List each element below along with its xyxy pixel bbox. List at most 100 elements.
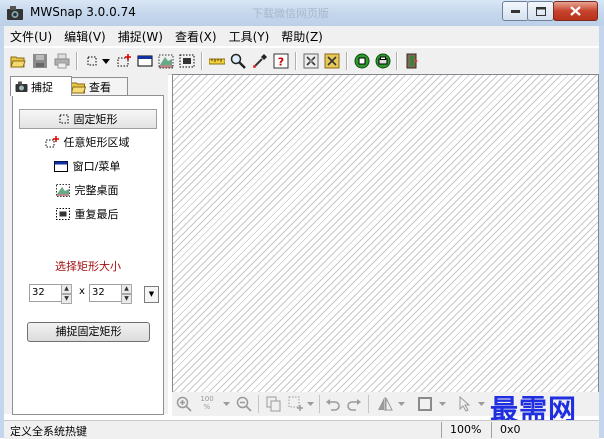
print-record-icon[interactable] xyxy=(375,53,391,69)
width-input[interactable]: 32 xyxy=(29,284,63,302)
size-separator: x xyxy=(79,286,85,297)
tab-capture-label: 捕捉 xyxy=(31,80,53,94)
toolbar-separator xyxy=(368,395,369,413)
chevron-down-icon[interactable] xyxy=(306,396,315,412)
toolbar-separator xyxy=(258,395,259,413)
toolbar-separator xyxy=(295,52,297,70)
fixed-rect-icon xyxy=(59,114,68,124)
chevron-down-icon[interactable] xyxy=(101,53,111,69)
status-size: 0x0 xyxy=(500,423,521,436)
spin-up-icon[interactable]: ▲ xyxy=(61,284,72,294)
chevron-down-icon[interactable] xyxy=(397,396,406,412)
capture-fixed-rect-button[interactable]: 捕捉固定矩形 xyxy=(27,322,150,342)
hotkeys-icon[interactable] xyxy=(324,53,340,69)
folder-open-icon xyxy=(71,82,86,93)
zoom-level-button[interactable]: 100 % xyxy=(196,395,218,411)
magnifier-icon[interactable] xyxy=(230,53,246,69)
image-canvas[interactable] xyxy=(172,74,599,393)
app-camera-icon xyxy=(7,6,23,20)
option-repeat-last[interactable]: 重复最后 xyxy=(19,205,155,223)
spin-up-icon[interactable]: ▲ xyxy=(121,284,132,294)
record-icon[interactable] xyxy=(354,53,370,69)
status-divider xyxy=(441,422,442,438)
option-window-menu[interactable]: 窗口/菜单 xyxy=(19,157,155,175)
option-repeat-last-label: 重复最后 xyxy=(74,208,119,221)
option-fixed-rect[interactable]: 固定矩形 xyxy=(19,109,157,129)
close-icon xyxy=(570,6,581,16)
option-any-rect[interactable]: 任意矩形区域 xyxy=(19,133,155,151)
repeat-icon xyxy=(55,208,70,220)
open-icon[interactable] xyxy=(10,53,26,69)
minimize-icon xyxy=(511,10,520,13)
minimize-button[interactable] xyxy=(502,1,529,21)
svg-text:?: ? xyxy=(278,56,284,69)
fixed-rect-icon[interactable] xyxy=(84,53,100,69)
chevron-down-icon[interactable] xyxy=(222,396,231,412)
background-window-title: 下载微信网页版 xyxy=(252,7,329,20)
any-rect-icon[interactable] xyxy=(116,53,132,69)
desktop-icon[interactable] xyxy=(158,53,174,69)
camera-icon xyxy=(15,81,28,92)
zoom-in-icon[interactable] xyxy=(176,396,192,412)
menu-help[interactable]: 帮助(Z) xyxy=(275,28,329,45)
size-presets-dropdown[interactable]: ▼ xyxy=(144,286,159,303)
zoom-level-label: 100 % xyxy=(200,395,214,411)
zoom-out-icon[interactable] xyxy=(236,396,252,412)
menu-capture[interactable]: 捕捉(W) xyxy=(112,28,169,45)
menu-bar: 文件(U) 编辑(V) 捕捉(W) 查看(X) 工具(Y) 帮助(Z) xyxy=(4,26,599,46)
chevron-down-icon[interactable] xyxy=(438,396,447,412)
exit-icon[interactable] xyxy=(404,53,420,69)
height-spin-buttons[interactable]: ▲ ▼ xyxy=(121,284,132,304)
chevron-down-icon: ▼ xyxy=(148,290,155,298)
any-rect-icon xyxy=(45,136,59,148)
settings-icon[interactable] xyxy=(303,53,319,69)
toolbar-separator xyxy=(346,52,348,70)
redo-icon[interactable] xyxy=(346,396,362,412)
ruler-icon[interactable] xyxy=(209,53,225,69)
toolbar-separator xyxy=(201,52,203,70)
tab-view[interactable]: 查看 xyxy=(66,77,128,96)
option-full-desktop[interactable]: 完整桌面 xyxy=(19,181,155,199)
undo-icon[interactable] xyxy=(325,396,341,412)
window-icon[interactable] xyxy=(137,53,153,69)
window-border-right xyxy=(599,26,604,438)
status-bar: 定义全系统热键 100% 0x0 xyxy=(4,420,599,439)
spin-down-icon[interactable]: ▼ xyxy=(61,294,72,304)
toolbar-separator xyxy=(319,395,320,413)
spin-down-icon[interactable]: ▼ xyxy=(121,294,132,304)
size-label: 选择矩形大小 xyxy=(55,260,121,273)
close-button[interactable] xyxy=(553,1,598,21)
status-hint: 定义全系统热键 xyxy=(10,425,87,438)
eyedropper-icon[interactable] xyxy=(252,53,268,69)
maximize-button[interactable] xyxy=(527,1,554,21)
repeat-icon[interactable] xyxy=(179,53,195,69)
window-icon xyxy=(53,160,68,172)
capture-panel: 捕捉 查看 固定矩形 任意矩形区域 窗口/菜单 完整桌面 重复最后 选择矩形大小 xyxy=(4,74,168,415)
menu-file[interactable]: 文件(U) xyxy=(4,28,58,45)
height-input[interactable]: 32 xyxy=(89,284,123,302)
crop-icon[interactable] xyxy=(288,396,304,412)
tab-capture[interactable]: 捕捉 xyxy=(10,76,72,96)
menu-edit[interactable]: 编辑(V) xyxy=(58,28,112,45)
toolbar-separator xyxy=(396,52,398,70)
status-zoom: 100% xyxy=(450,423,482,436)
pointer-icon[interactable] xyxy=(457,396,473,412)
width-spin-buttons[interactable]: ▲ ▼ xyxy=(61,284,72,304)
window-title: MWSnap 3.0.0.74 xyxy=(30,5,136,19)
save-icon[interactable] xyxy=(32,53,48,69)
main-toolbar: ? xyxy=(4,47,599,75)
chevron-down-icon[interactable] xyxy=(477,396,486,412)
copy-icon[interactable] xyxy=(266,396,282,412)
menu-view[interactable]: 查看(X) xyxy=(169,28,223,45)
menu-tools[interactable]: 工具(Y) xyxy=(223,28,276,45)
capture-tab-page: 固定矩形 任意矩形区域 窗口/菜单 完整桌面 重复最后 选择矩形大小 32 ▲ … xyxy=(12,95,164,415)
print-icon[interactable] xyxy=(54,53,70,69)
width-spinner[interactable]: 32 ▲ ▼ xyxy=(29,284,73,304)
title-bar: MWSnap 3.0.0.74 下载微信网页版 xyxy=(0,0,604,26)
flip-icon[interactable] xyxy=(377,396,393,412)
height-spinner[interactable]: 32 ▲ ▼ xyxy=(89,284,133,304)
frame-icon[interactable] xyxy=(417,396,433,412)
option-any-rect-label: 任意矩形区域 xyxy=(63,136,130,149)
status-divider xyxy=(491,422,492,438)
help-icon[interactable]: ? xyxy=(273,53,289,69)
